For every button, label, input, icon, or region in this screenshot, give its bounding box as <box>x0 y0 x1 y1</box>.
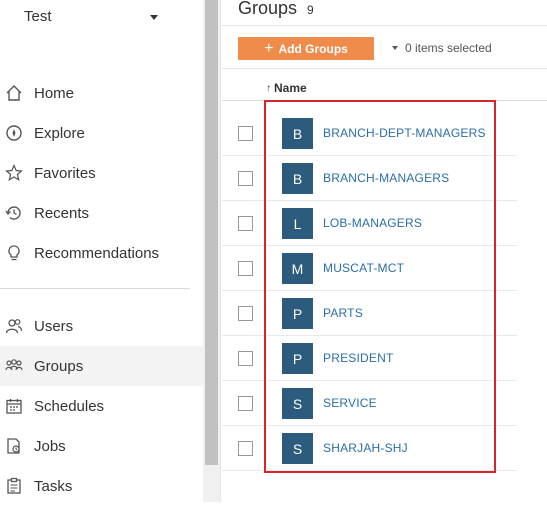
selection-menu[interactable]: 0 items selected <box>392 41 492 55</box>
add-groups-button[interactable]: + Add Groups <box>238 37 374 60</box>
compass-icon <box>4 123 24 143</box>
group-avatar: P <box>282 298 313 329</box>
column-header-name[interactable]: ↑ Name <box>266 81 307 95</box>
sidebar-item-label: Explore <box>34 124 85 142</box>
group-avatar: B <box>282 163 313 194</box>
add-groups-label: Add Groups <box>278 41 348 56</box>
table-row: S SHARJAH-SHJ <box>222 426 517 471</box>
group-name-link[interactable]: BRANCH-MANAGERS <box>323 171 449 185</box>
sidebar: Test Home Explore Favorites Recents Reco… <box>0 0 203 502</box>
group-name-link[interactable]: SERVICE <box>323 396 377 410</box>
sidebar-item-label: Schedules <box>34 397 105 415</box>
group-name-link[interactable]: SHARJAH-SHJ <box>323 441 408 455</box>
group-avatar: S <box>282 388 313 419</box>
sidebar-item-label: Recommendations <box>34 244 160 262</box>
users-icon <box>4 316 24 336</box>
sidebar-divider <box>0 288 190 289</box>
group-name-link[interactable]: MUSCAT-MCT <box>323 261 404 275</box>
row-checkbox[interactable] <box>238 351 253 366</box>
sidebar-item-label: Favorites <box>34 164 96 182</box>
table-row: P PRESIDENT <box>222 336 517 381</box>
chevron-down-icon <box>392 46 398 50</box>
group-avatar: S <box>282 433 313 464</box>
sidebar-item-jobs[interactable]: Jobs <box>0 426 203 466</box>
sidebar-item-favorites[interactable]: Favorites <box>0 153 203 193</box>
table-row: B BRANCH-MANAGERS <box>222 156 517 201</box>
tasks-icon <box>4 476 24 496</box>
sidebar-item-tasks[interactable]: Tasks <box>0 466 203 506</box>
row-checkbox[interactable] <box>238 306 253 321</box>
table-row: B BRANCH-DEPT-MANAGERS <box>222 111 517 156</box>
sidebar-item-label: Groups <box>34 357 84 375</box>
site-switcher[interactable]: Test <box>24 8 174 32</box>
sidebar-item-recommendations[interactable]: Recommendations <box>0 233 203 273</box>
sidebar-item-home[interactable]: Home <box>0 73 203 113</box>
sidebar-item-label: Recents <box>34 204 90 222</box>
row-checkbox[interactable] <box>238 441 253 456</box>
scrollbar-thumb[interactable] <box>205 0 218 465</box>
table-row: S SERVICE <box>222 381 517 426</box>
row-checkbox[interactable] <box>238 261 253 276</box>
chevron-down-icon <box>150 15 158 20</box>
group-name-link[interactable]: PRESIDENT <box>323 351 393 365</box>
selection-count: 0 items selected <box>405 41 492 55</box>
groups-icon <box>4 356 24 376</box>
sidebar-item-label: Users <box>34 317 74 335</box>
sort-ascending-icon: ↑ <box>266 82 271 94</box>
row-checkbox[interactable] <box>238 126 253 141</box>
group-avatar: P <box>282 343 313 374</box>
row-checkbox[interactable] <box>238 396 253 411</box>
group-name-link[interactable]: LOB-MANAGERS <box>323 216 422 230</box>
table-row: M MUSCAT-MCT <box>222 246 517 291</box>
plus-icon: + <box>264 39 274 57</box>
sidebar-item-label: Jobs <box>34 437 66 455</box>
table-row: L LOB-MANAGERS <box>222 201 517 246</box>
group-name-link[interactable]: BRANCH-DEPT-MANAGERS <box>323 126 486 140</box>
sidebar-item-users[interactable]: Users <box>0 306 203 346</box>
column-header-label: Name <box>274 81 307 95</box>
sidebar-item-groups[interactable]: Groups <box>0 346 203 386</box>
calendar-icon <box>4 396 24 416</box>
group-avatar: L <box>282 208 313 239</box>
header-divider <box>222 100 547 101</box>
content-border <box>220 0 221 502</box>
sidebar-item-recents[interactable]: Recents <box>0 193 203 233</box>
sidebar-item-label: Home <box>34 84 75 102</box>
site-name: Test <box>24 8 52 25</box>
history-icon <box>4 203 24 223</box>
sidebar-item-explore[interactable]: Explore <box>0 113 203 153</box>
jobs-icon <box>4 436 24 456</box>
table-row: P PARTS <box>222 291 517 336</box>
page-title-text: Groups <box>238 0 298 18</box>
group-avatar: M <box>282 253 313 284</box>
groups-count: 9 <box>307 3 314 17</box>
toolbar-divider <box>222 68 547 69</box>
star-icon <box>4 163 24 183</box>
sidebar-item-schedules[interactable]: Schedules <box>0 386 203 426</box>
row-checkbox[interactable] <box>238 171 253 186</box>
group-name-link[interactable]: PARTS <box>323 306 363 320</box>
page-title: Groups 9 <box>238 0 314 18</box>
sidebar-item-label: Tasks <box>34 477 73 495</box>
lightbulb-icon <box>4 243 24 263</box>
row-checkbox[interactable] <box>238 216 253 231</box>
group-avatar: B <box>282 118 313 149</box>
home-icon <box>4 83 24 103</box>
title-divider <box>222 25 547 26</box>
sidebar-scrollbar[interactable] <box>203 0 220 502</box>
